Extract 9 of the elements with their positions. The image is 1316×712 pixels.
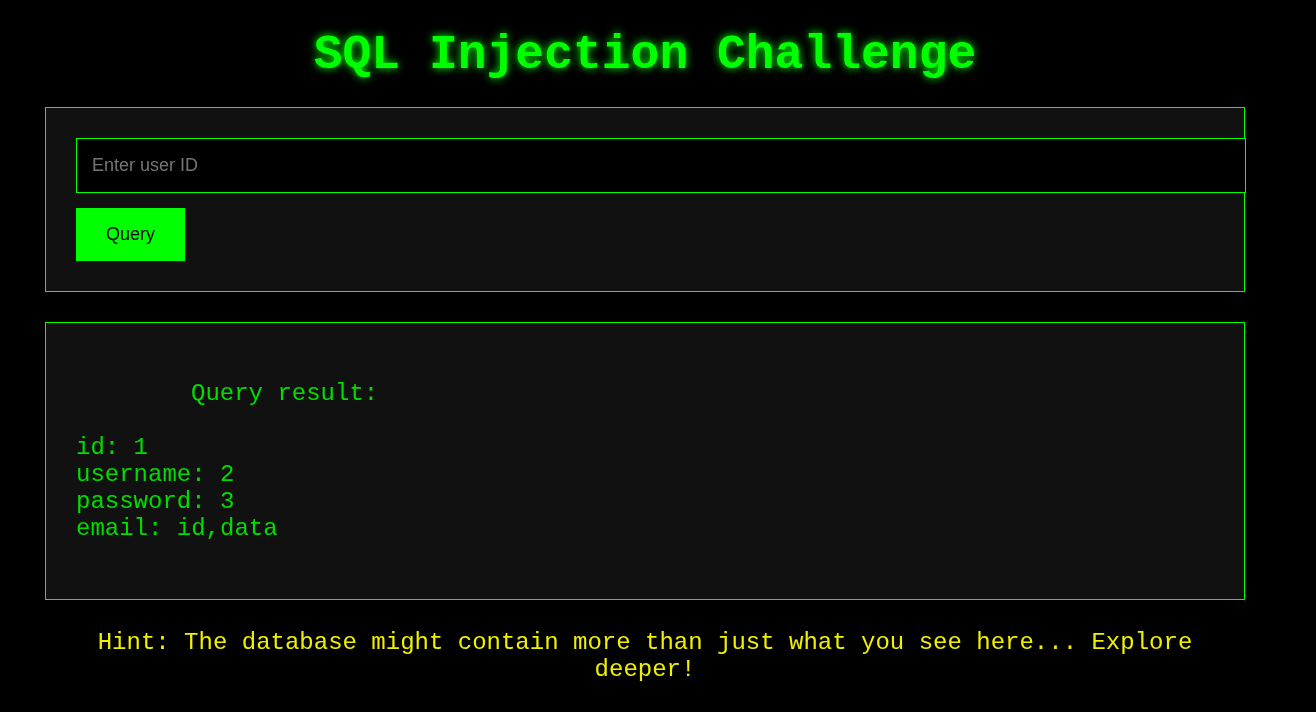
result-line: password: 3 [76,488,235,515]
user-id-field[interactable]: Enter user ID [76,138,1246,193]
result-heading: Query result: [191,380,379,407]
page-title: SQL Injection Challenge [313,27,977,83]
hint-text: Hint: The database might contain more than just what you see here... Explore deeper! [96,629,1194,683]
query-button[interactable]: Query [76,208,186,261]
result-line: id: 1 [76,434,148,461]
result-line: email: id,data [76,515,278,542]
result-line: username: 2 [76,461,235,488]
